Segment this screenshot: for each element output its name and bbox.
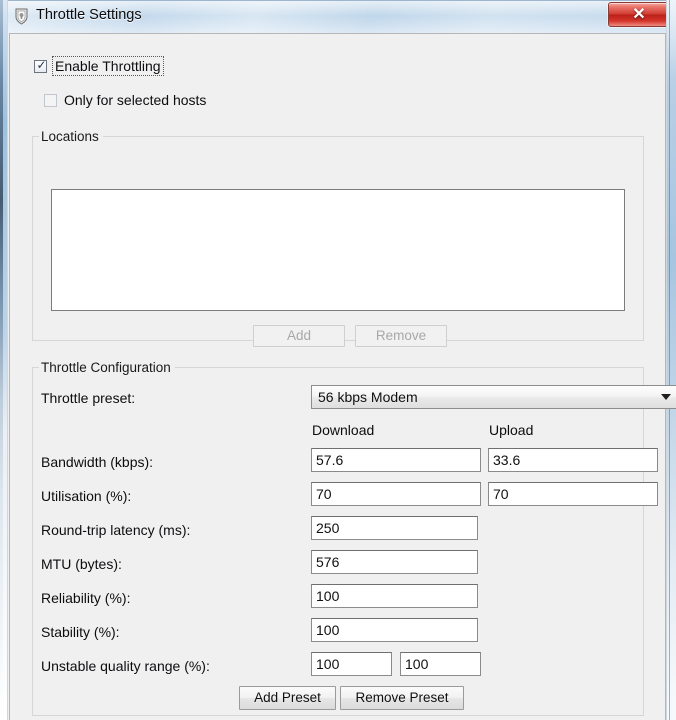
close-button[interactable]: ✕ <box>608 2 670 27</box>
checkbox-only-selected-hosts[interactable]: Only for selected hosts <box>44 92 206 108</box>
bandwidth-upload-value: 33.6 <box>493 452 521 468</box>
checkbox-enable-throttling[interactable]: ✓ Enable Throttling <box>34 56 164 76</box>
only-selected-hosts-label: Only for selected hosts <box>64 92 207 108</box>
row-label-reliability: Reliability (%): <box>41 590 131 606</box>
stability-input[interactable]: 100 <box>311 618 478 642</box>
throttle-configuration-group: Throttle Configuration Throttle preset: … <box>32 360 676 716</box>
utilisation-upload-input[interactable]: 70 <box>488 482 658 506</box>
unstable-quality-range-min-value: 100 <box>316 656 340 672</box>
titlebar-top-hairline <box>0 0 676 1</box>
throttle-preset-dropdown[interactable]: 56 kbps Modem <box>311 385 676 409</box>
stability-value: 100 <box>316 622 340 638</box>
enable-throttling-label: Enable Throttling <box>52 56 164 76</box>
window-edge-left-shadow <box>0 0 3 720</box>
only-selected-hosts-checkbox-box[interactable] <box>44 93 57 107</box>
row-label-utilisation: Utilisation (%): <box>41 488 132 504</box>
locations-group-border-left-stub <box>32 136 39 137</box>
round-trip-latency-value: 250 <box>316 520 340 536</box>
dialog-client-area: ✓ Enable Throttling Only for selected ho… <box>9 33 676 720</box>
utilisation-download-input[interactable]: 70 <box>311 482 481 506</box>
locations-group-title: Locations <box>39 129 103 144</box>
remove-location-button-label: Remove <box>375 328 427 344</box>
unstable-quality-range-max-input[interactable]: 100 <box>400 652 481 676</box>
utilisation-download-value: 70 <box>316 486 332 502</box>
chevron-down-icon[interactable] <box>655 394 676 400</box>
unstable-quality-range-min-input[interactable]: 100 <box>311 652 392 676</box>
column-header-download: Download <box>312 422 375 438</box>
remove-location-button[interactable]: Remove <box>355 325 447 347</box>
reliability-input[interactable]: 100 <box>311 584 478 608</box>
remove-preset-button[interactable]: Remove Preset <box>340 686 464 710</box>
window-edge-right-hairline <box>669 0 670 720</box>
add-location-button[interactable]: Add <box>253 325 345 347</box>
row-label-mtu: MTU (bytes): <box>41 556 122 572</box>
checkmark-icon: ✓ <box>36 57 47 72</box>
round-trip-latency-input[interactable]: 250 <box>311 516 478 540</box>
bandwidth-download-value: 57.6 <box>316 452 344 468</box>
throttle-preset-value: 56 kbps Modem <box>318 389 418 405</box>
bandwidth-upload-input[interactable]: 33.6 <box>488 448 658 472</box>
row-label-stability: Stability (%): <box>41 624 120 640</box>
mtu-value: 576 <box>316 554 340 570</box>
remove-preset-button-label: Remove Preset <box>355 690 449 706</box>
window-edge-left <box>0 0 8 720</box>
throttle-configuration-group-title: Throttle Configuration <box>39 360 175 375</box>
throttle-config-group-border-left-stub <box>32 367 39 368</box>
throttle-preset-label: Throttle preset: <box>41 390 136 406</box>
row-label-unstable-quality-range: Unstable quality range (%): <box>41 658 210 674</box>
reliability-value: 100 <box>316 588 340 604</box>
row-label-bandwidth: Bandwidth (kbps): <box>41 454 154 470</box>
title-bar[interactable]: Throttle Settings ✕ <box>0 0 676 33</box>
add-preset-button[interactable]: Add Preset <box>239 686 336 710</box>
window-edge-right <box>666 0 676 720</box>
column-header-upload: Upload <box>489 422 534 438</box>
throttle-settings-window: Throttle Settings ✕ ✓ Enable Throttling … <box>0 0 676 720</box>
locations-group: Locations Add Remove <box>32 129 644 347</box>
app-shield-icon <box>13 7 30 25</box>
mtu-input[interactable]: 576 <box>311 550 478 574</box>
add-location-button-label: Add <box>286 328 312 344</box>
locations-list[interactable] <box>51 189 625 311</box>
bandwidth-download-input[interactable]: 57.6 <box>311 448 481 472</box>
row-label-round-trip-latency: Round-trip latency (ms): <box>41 522 191 538</box>
close-icon: ✕ <box>632 6 646 23</box>
add-preset-button-label: Add Preset <box>254 690 321 706</box>
utilisation-upload-value: 70 <box>493 486 509 502</box>
enable-throttling-checkbox-box[interactable]: ✓ <box>34 57 47 73</box>
unstable-quality-range-max-value: 100 <box>405 656 429 672</box>
window-title: Throttle Settings <box>36 7 142 23</box>
